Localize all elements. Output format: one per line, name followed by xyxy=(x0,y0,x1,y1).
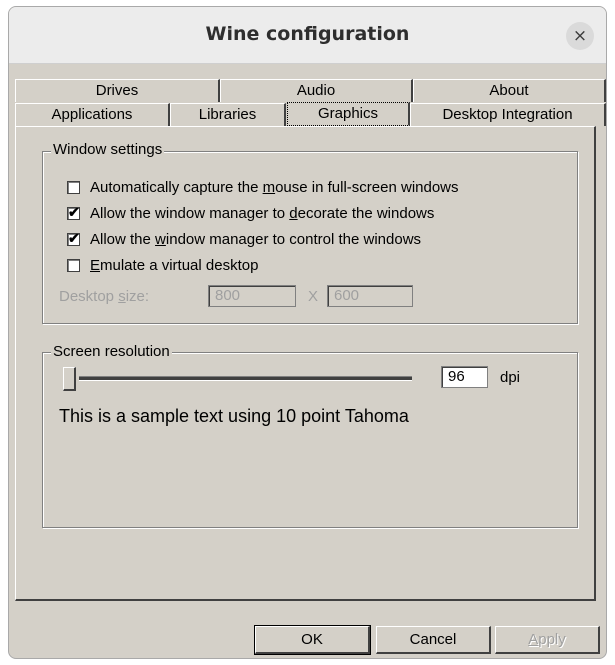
cancel-button[interactable]: Cancel xyxy=(376,626,491,654)
capture-mouse-option[interactable]: Automatically capture the mouse in full-… xyxy=(67,177,459,197)
desktop-width-input[interactable]: 800 xyxy=(208,285,296,307)
control-windows-checkbox[interactable]: ✔ xyxy=(67,229,80,246)
checkmark-icon: ✔ xyxy=(68,203,80,220)
virtual-desktop-label: Emulate a virtual desktop xyxy=(90,256,259,274)
virtual-desktop-checkbox[interactable] xyxy=(67,258,80,272)
checkmark-icon: ✔ xyxy=(68,229,80,246)
ok-button[interactable]: OK xyxy=(254,625,371,655)
decorate-windows-option[interactable]: ✔ Allow the window manager to decorate t… xyxy=(67,203,434,223)
dpi-unit-label: dpi xyxy=(500,369,521,386)
desktop-size-x-label: X xyxy=(308,288,319,305)
tab-drives[interactable]: Drives xyxy=(15,79,220,102)
control-windows-option[interactable]: ✔ Allow the window manager to control th… xyxy=(67,229,421,249)
capture-mouse-checkbox[interactable] xyxy=(67,180,80,194)
tab-libraries[interactable]: Libraries xyxy=(170,103,286,126)
font-sample-text: This is a sample text using 10 point Tah… xyxy=(59,406,409,426)
dialog-client-area: Drives Audio About Applications Librarie… xyxy=(9,63,606,658)
wine-config-window: Wine configuration × Drives Audio About … xyxy=(8,6,607,659)
dpi-slider-track[interactable] xyxy=(79,376,412,381)
desktop-height-input[interactable]: 600 xyxy=(327,285,413,307)
virtual-desktop-option[interactable]: Emulate a virtual desktop xyxy=(67,255,258,275)
tab-applications[interactable]: Applications xyxy=(15,103,170,126)
tab-audio[interactable]: Audio xyxy=(220,79,413,102)
dpi-input[interactable]: 96 xyxy=(441,366,488,388)
tab-about[interactable]: About xyxy=(413,79,606,102)
window-settings-legend: Window settings xyxy=(51,141,165,158)
close-icon[interactable]: × xyxy=(566,22,594,50)
capture-mouse-label: Automatically capture the mouse in full-… xyxy=(90,178,459,196)
screen-resolution-legend: Screen resolution xyxy=(51,343,172,360)
tab-graphics[interactable]: Graphics xyxy=(287,102,410,126)
desktop-size-label: Desktop size: xyxy=(59,288,150,305)
tab-desktop-integration[interactable]: Desktop Integration xyxy=(410,103,606,126)
decorate-windows-checkbox[interactable]: ✔ xyxy=(67,203,80,220)
control-windows-label: Allow the window manager to control the … xyxy=(90,230,422,248)
title-bar[interactable]: Wine configuration × xyxy=(9,7,606,64)
window-title: Wine configuration xyxy=(205,23,410,45)
decorate-windows-label: Allow the window manager to decorate the… xyxy=(90,204,435,222)
apply-button[interactable]: Apply xyxy=(495,626,600,654)
dpi-slider-thumb[interactable] xyxy=(63,367,76,391)
